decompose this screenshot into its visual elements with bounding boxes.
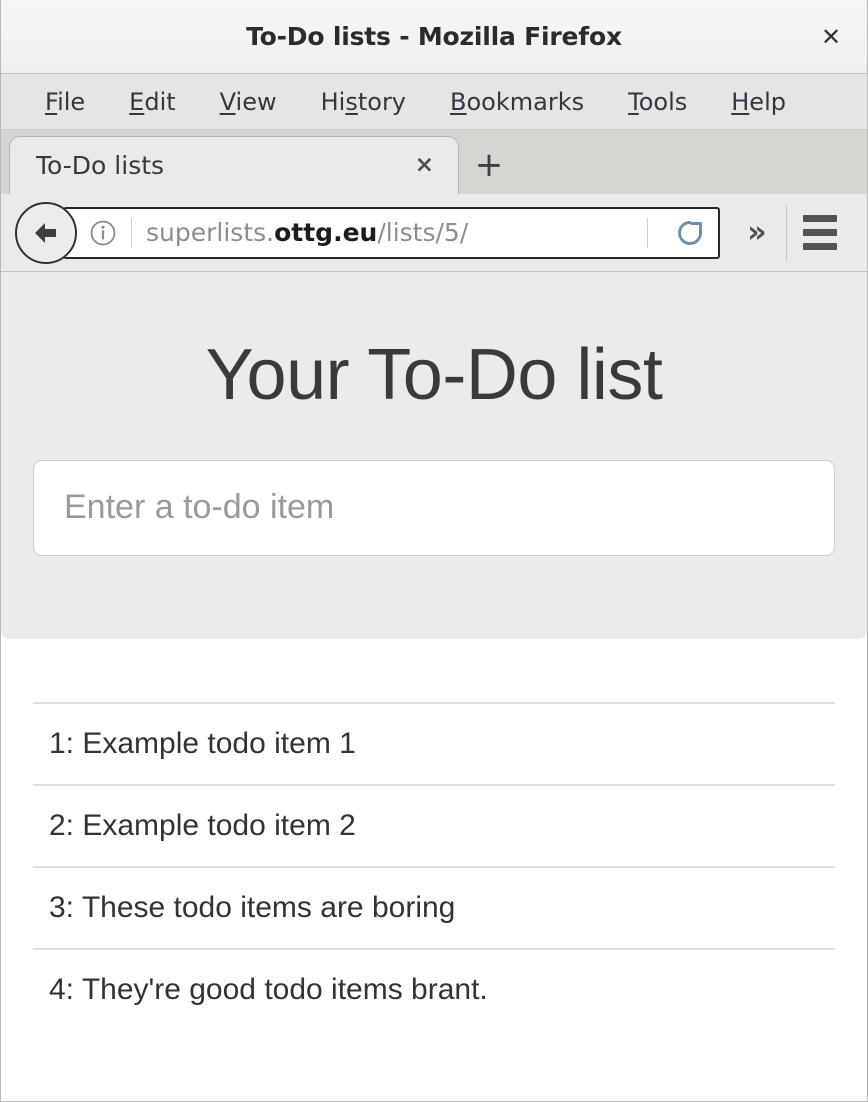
new-item-input[interactable] xyxy=(33,460,835,556)
menu-item-help[interactable]: Help xyxy=(709,84,808,120)
browser-window: To-Do lists - Mozilla Firefox ✕ File Edi… xyxy=(0,0,868,1102)
back-arrow-icon[interactable] xyxy=(15,202,77,264)
todo-item-text: 4: They're good todo items brant. xyxy=(33,949,835,1030)
menu-item-tools[interactable]: Tools xyxy=(606,84,709,120)
table-row[interactable]: 4: They're good todo items brant. xyxy=(33,949,835,1030)
menu-item-file[interactable]: File xyxy=(23,84,107,120)
todo-items-body: 1: Example todo item 1 2: Example todo i… xyxy=(33,703,835,1030)
window-titlebar: To-Do lists - Mozilla Firefox ✕ xyxy=(1,0,867,74)
todo-items-table: 1: Example todo item 1 2: Example todo i… xyxy=(33,702,835,1030)
hamburger-bar-1 xyxy=(803,215,837,222)
table-row[interactable]: 1: Example todo item 1 xyxy=(33,703,835,785)
hamburger-menu-icon[interactable] xyxy=(787,202,853,264)
tab-label: To-Do lists xyxy=(36,151,407,180)
window-close-button[interactable]: ✕ xyxy=(815,21,847,53)
page-title: Your To-Do list xyxy=(33,338,835,414)
menu-item-edit[interactable]: Edit xyxy=(107,84,197,120)
table-row[interactable]: 2: Example todo item 2 xyxy=(33,785,835,867)
url-text[interactable]: superlists.ottg.eu/lists/5/ xyxy=(146,218,633,247)
navigation-toolbar: superlists.ottg.eu/lists/5/ » xyxy=(1,194,867,272)
table-row[interactable]: 3: These todo items are boring xyxy=(33,867,835,949)
menu-accesskey-tools: T xyxy=(628,88,639,116)
hamburger-bar-2 xyxy=(803,229,837,236)
todo-item-text: 3: These todo items are boring xyxy=(33,867,835,949)
url-bar[interactable]: superlists.ottg.eu/lists/5/ xyxy=(63,207,720,259)
jumbotron-header: Your To-Do list xyxy=(1,272,867,639)
window-title: To-Do lists - Mozilla Firefox xyxy=(246,22,622,51)
todo-item-text: 2: Example todo item 2 xyxy=(33,785,835,867)
tab-strip: To-Do lists × + xyxy=(1,130,867,194)
todo-list-area: 1: Example todo item 1 2: Example todo i… xyxy=(1,702,867,1030)
url-reload-separator xyxy=(647,218,648,248)
menu-accesskey-file: F xyxy=(45,88,57,116)
tab-todo-lists[interactable]: To-Do lists × xyxy=(9,136,459,194)
overflow-chevron-icon[interactable]: » xyxy=(728,202,786,264)
menu-accesskey-view: V xyxy=(220,88,236,116)
new-tab-button[interactable]: + xyxy=(459,136,519,194)
menu-accesskey-bookmarks: B xyxy=(450,88,466,116)
menu-accesskey-history: s xyxy=(345,88,358,116)
menu-item-bookmarks[interactable]: Bookmarks xyxy=(428,84,606,120)
menu-item-view[interactable]: View xyxy=(198,84,299,120)
tab-close-icon[interactable]: × xyxy=(407,154,442,177)
reload-icon[interactable] xyxy=(662,207,718,259)
url-separator xyxy=(131,218,132,248)
menu-bar: File Edit View History Bookmarks Tools H… xyxy=(1,74,867,130)
info-circle-icon[interactable] xyxy=(89,219,117,247)
page-viewport: Your To-Do list 1: Example todo item 1 2… xyxy=(1,272,867,1095)
menu-accesskey-help: H xyxy=(731,88,749,116)
menu-item-history[interactable]: History xyxy=(299,84,428,120)
todo-item-text: 1: Example todo item 1 xyxy=(33,703,835,785)
menu-accesskey-edit: E xyxy=(129,88,144,116)
hamburger-bar-3 xyxy=(803,243,837,250)
